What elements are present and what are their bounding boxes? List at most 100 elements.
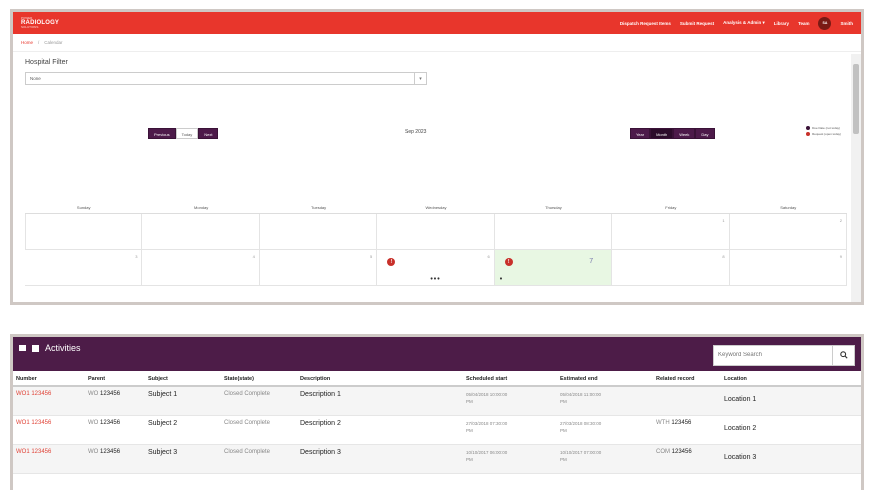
user-name[interactable]: Smith bbox=[840, 21, 853, 26]
column-header[interactable]: Estimated end bbox=[557, 371, 653, 387]
event-alert-icon[interactable]: ! bbox=[504, 258, 513, 266]
day-cell-today[interactable]: ! 7 • bbox=[494, 250, 613, 286]
start-line: PM bbox=[466, 399, 473, 404]
hospital-filter-value: None bbox=[30, 76, 41, 81]
breadcrumb-current: Calendar bbox=[44, 40, 63, 45]
month-title: Sep 2023 bbox=[405, 129, 427, 135]
scheduled-start-cell: 10/10/2017 06:00:00 PM bbox=[463, 444, 557, 474]
view-month-button[interactable]: Month bbox=[650, 128, 674, 139]
day-cell[interactable]: ! 6 ••• bbox=[377, 250, 495, 286]
nav-dispatch-request[interactable]: Dispatch Request Items bbox=[620, 21, 671, 26]
end-line: 05/04/2018 11:00:00 bbox=[560, 392, 601, 397]
day-cell[interactable] bbox=[494, 214, 613, 250]
estimated-end-cell: 05/04/2018 11:00:00 PM bbox=[557, 386, 653, 416]
day-cell[interactable] bbox=[142, 214, 260, 250]
calendar-view-group: Year Month Week Day bbox=[630, 128, 715, 139]
event-alert-icon[interactable]: ! bbox=[387, 258, 396, 266]
nav-submit-request[interactable]: Submit Request bbox=[680, 21, 714, 26]
column-header[interactable]: State(state) bbox=[221, 371, 297, 387]
column-header[interactable]: Related record bbox=[653, 371, 721, 387]
more-events-indicator[interactable]: ••• bbox=[377, 276, 493, 283]
nav-library[interactable]: Library bbox=[774, 21, 789, 26]
subject-cell: Subject 3 bbox=[145, 444, 221, 474]
start-line: 05/04/2018 10:00:00 bbox=[466, 392, 508, 397]
related-prefix: COM bbox=[656, 448, 670, 455]
day-cell[interactable] bbox=[377, 214, 495, 250]
column-header[interactable]: Scheduled start bbox=[463, 371, 557, 387]
legend-dot bbox=[806, 126, 811, 130]
today-button[interactable]: Today bbox=[175, 128, 199, 139]
column-header[interactable]: Parent bbox=[85, 371, 145, 387]
related-number[interactable]: 123456 bbox=[672, 449, 692, 455]
menu-icon[interactable] bbox=[19, 345, 26, 351]
column-header[interactable]: Description bbox=[297, 371, 463, 387]
day-cell[interactable]: 2 bbox=[729, 214, 847, 250]
breadcrumb: Home / Calendar bbox=[13, 34, 861, 52]
nav-analysis-admin[interactable]: Analysis & Admin ▾ bbox=[723, 20, 765, 26]
column-header[interactable]: Subject bbox=[145, 371, 221, 387]
subject-cell: Subject 2 bbox=[145, 415, 221, 445]
parent-cell: WO 123456 bbox=[85, 386, 145, 416]
vertical-scrollbar[interactable] bbox=[851, 54, 861, 302]
record-number-link[interactable]: WO1 123456 bbox=[13, 415, 85, 445]
nav-team[interactable]: Team bbox=[798, 21, 809, 26]
day-cell[interactable]: 9 bbox=[729, 250, 847, 286]
day-number: 4 bbox=[252, 254, 255, 259]
weekday-label: Tuesday bbox=[310, 205, 327, 210]
day-cell[interactable]: 5 bbox=[259, 250, 378, 286]
description-cell: Description 1 bbox=[297, 386, 463, 416]
next-button[interactable]: Next bbox=[198, 128, 219, 139]
start-line: 10/10/2017 06:00:00 bbox=[466, 449, 508, 455]
more-events-indicator[interactable]: • bbox=[500, 276, 611, 283]
day-number: 7 bbox=[589, 258, 594, 265]
chevron-down-icon[interactable]: ▾ bbox=[414, 73, 426, 84]
table-row[interactable]: WO1 123456 WO 123456 Subject 2 Closed Co… bbox=[13, 415, 861, 445]
day-number: 6 bbox=[487, 254, 490, 259]
related-number[interactable]: 123456 bbox=[671, 420, 691, 426]
table-row[interactable]: WO1 123456 WO 123456 Subject 1 Closed Co… bbox=[13, 386, 861, 416]
view-year-button[interactable]: Year bbox=[630, 128, 651, 139]
logo-tagline: SOLUTIONS bbox=[21, 25, 39, 29]
search-input[interactable] bbox=[714, 345, 832, 365]
record-number-link[interactable]: WO1 123456 bbox=[13, 444, 85, 474]
subject-cell: Subject 1 bbox=[145, 386, 221, 416]
column-header[interactable]: Location bbox=[721, 371, 861, 387]
parent-number[interactable]: 123456 bbox=[100, 391, 120, 397]
nav-menu: Dispatch Request Items Submit Request An… bbox=[620, 16, 853, 30]
breadcrumb-separator: / bbox=[38, 40, 40, 45]
calendar-legend: Due Date (not today) Request (open today… bbox=[806, 125, 841, 137]
search-icon[interactable] bbox=[832, 345, 854, 365]
top-navbar: POWER RADIOLOGY SOLUTIONS Dispatch Reque… bbox=[13, 12, 861, 34]
day-cell[interactable] bbox=[259, 214, 378, 250]
day-cell[interactable]: 3 bbox=[25, 250, 143, 286]
day-number: 9 bbox=[839, 254, 842, 259]
parent-prefix: WO bbox=[88, 391, 99, 397]
parent-number[interactable]: 123456 bbox=[100, 420, 120, 426]
view-day-button[interactable]: Day bbox=[695, 128, 715, 139]
weekday-label: Friday bbox=[665, 205, 677, 210]
keyword-search bbox=[713, 344, 855, 366]
avatar[interactable]: SA bbox=[818, 16, 832, 30]
day-cell[interactable] bbox=[25, 214, 143, 250]
related-record-cell: COM 123456 bbox=[653, 444, 721, 474]
app-logo[interactable]: POWER RADIOLOGY SOLUTIONS bbox=[21, 17, 59, 29]
parent-cell: WO 123456 bbox=[85, 415, 145, 445]
legend-item: Request (open today) bbox=[806, 131, 841, 137]
legend-label: Request (open today) bbox=[812, 132, 841, 136]
previous-button[interactable]: Previous bbox=[148, 128, 176, 139]
scrollbar-thumb[interactable] bbox=[853, 64, 859, 134]
hospital-filter-select[interactable]: None ▾ bbox=[25, 72, 427, 85]
day-cell[interactable]: 1 bbox=[612, 214, 730, 250]
parent-number[interactable]: 123456 bbox=[100, 449, 120, 455]
day-cell[interactable]: 4 bbox=[142, 250, 260, 286]
breadcrumb-home[interactable]: Home bbox=[21, 40, 33, 45]
table-row[interactable]: WO1 123456 WO 123456 Subject 3 Closed Co… bbox=[13, 444, 861, 474]
weekday-header: Sunday Monday Tuesday Wednesday Thursday… bbox=[25, 202, 847, 214]
column-header[interactable]: Number bbox=[13, 371, 85, 387]
estimated-end-cell: 10/10/2017 07:00:00 PM bbox=[557, 444, 653, 474]
record-number-link[interactable]: WO1 123456 bbox=[13, 386, 85, 416]
day-cell[interactable]: 8 bbox=[612, 250, 730, 286]
view-week-button[interactable]: Week bbox=[673, 128, 696, 139]
end-line: PM bbox=[560, 399, 567, 404]
table-header-row: Number Parent Subject State(state) Descr… bbox=[13, 371, 861, 387]
